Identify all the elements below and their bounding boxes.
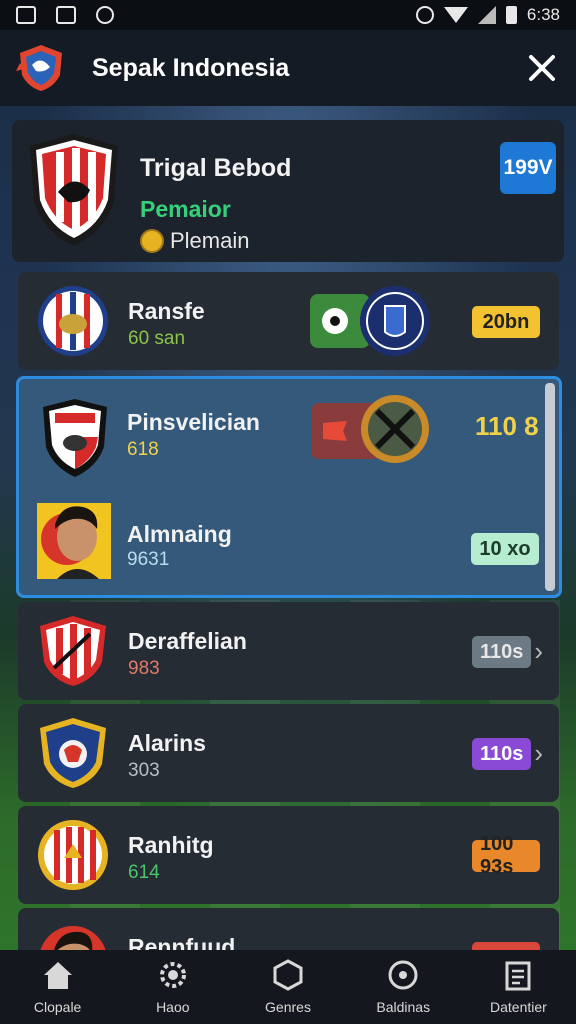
team-row[interactable]: Ranhitg 614 100 93s	[18, 806, 559, 904]
nav-settings[interactable]: Haoo	[115, 950, 230, 1024]
nav-label: Genres	[265, 999, 311, 1015]
nav-label: Clopale	[33, 999, 82, 1015]
team-pill: 20bn	[472, 306, 540, 338]
featured-team-badge[interactable]: 199V	[500, 142, 556, 194]
team-row[interactable]: Deraffelian 983 110s ›	[18, 602, 559, 700]
page-title: Sepak Indonesia	[92, 53, 290, 82]
opponent-crest-icon	[360, 286, 430, 356]
ball-icon	[388, 960, 418, 990]
nav-label: Baldinas	[376, 999, 431, 1015]
selected-team-value: 618	[127, 439, 159, 460]
avatar-icon	[40, 926, 106, 950]
close-button[interactable]	[522, 48, 562, 88]
nav-ball[interactable]: Baldinas	[346, 950, 461, 1024]
nav-genres[interactable]: Genres	[230, 950, 345, 1024]
app-header: Sepak Indonesia	[0, 30, 576, 106]
team-pill: 110s	[472, 738, 532, 770]
sync-icon	[96, 6, 114, 24]
featured-team-sub: Plemain	[140, 228, 249, 254]
chevron-right-icon[interactable]: ›	[534, 636, 543, 667]
team-pill: 110s	[472, 636, 532, 668]
chart-icon	[16, 6, 36, 24]
signal-icon	[477, 6, 496, 24]
crest-black-red-icon	[43, 399, 107, 477]
nav-label: Haoo	[156, 999, 190, 1015]
crest-blue-red-icon	[38, 286, 108, 356]
player-name: Almnaing	[127, 521, 232, 547]
status-icons-left	[16, 6, 114, 24]
wifi-icon	[443, 7, 468, 23]
crest-red-white-icon	[40, 616, 106, 686]
status-time: 6:38	[526, 5, 560, 24]
app-logo-icon	[16, 45, 62, 91]
team-row[interactable]: Alarins 303 110s ›	[18, 704, 559, 802]
alarm-icon	[415, 6, 434, 24]
team-pill: 100 93s	[472, 833, 540, 878]
team-name: Rennfuud	[128, 934, 236, 950]
nav-home[interactable]: Clopale	[0, 950, 115, 1024]
chevron-right-icon[interactable]: ›	[534, 738, 543, 769]
camera-icon	[56, 6, 76, 24]
coin-icon	[140, 229, 164, 253]
scrollbar-thumb[interactable]	[545, 383, 555, 591]
nav-label: Datentier	[490, 999, 547, 1015]
ball-icon	[322, 308, 348, 334]
gear-icon	[159, 962, 186, 988]
team-pill	[472, 942, 540, 950]
crest-red-yellow-icon	[38, 820, 108, 890]
team-value: 303	[128, 760, 160, 781]
team-name: Ranhitg	[128, 832, 214, 858]
selected-team-name: Pinsvelician	[127, 409, 260, 435]
team-value: 60 san	[128, 328, 186, 349]
status-icons-right: 6:38	[415, 5, 560, 25]
player-value: 9631	[127, 549, 170, 570]
status-bar: 6:38	[0, 0, 576, 30]
crest-blue-yellow-icon	[40, 718, 106, 788]
player-pill: 10 xo	[471, 533, 539, 565]
shield-crest-icon	[30, 134, 118, 246]
hexagon-icon	[273, 959, 303, 991]
team-name: Deraffelian	[128, 628, 247, 654]
team-name: Ransfe	[128, 298, 205, 324]
home-icon	[43, 962, 72, 989]
team-list: Trigal Bebod Pemaior Plemain 199V Ransfe…	[0, 106, 576, 950]
opponent-crest-2-icon	[361, 395, 429, 463]
flag-icon	[323, 421, 347, 441]
featured-team-name: Trigal Bebod	[140, 154, 292, 182]
bottom-nav: Clopale Haoo Genres Baldinas Datentier	[0, 950, 576, 1024]
featured-team-league: Pemaior	[140, 196, 231, 222]
close-icon	[529, 55, 555, 81]
nav-data[interactable]: Datentier	[461, 950, 576, 1024]
clipboard-icon	[505, 961, 531, 991]
team-value: 614	[128, 862, 160, 883]
team-row[interactable]: Ransfe 60 san 20bn	[18, 272, 559, 370]
selected-team-score: 110 8	[475, 411, 539, 441]
team-name: Alarins	[128, 730, 206, 756]
selected-group[interactable]: Pinsvelician 618 110 8 Almnaing 9631 10 …	[16, 376, 562, 598]
featured-team-sub-label: Plemain	[170, 228, 250, 253]
team-value: 983	[128, 658, 160, 679]
featured-team-card[interactable]: Trigal Bebod Pemaior Plemain 199V	[12, 120, 564, 262]
team-row[interactable]: Rennfuud	[18, 908, 559, 950]
battery-icon	[505, 6, 517, 24]
player-avatar	[37, 503, 111, 579]
